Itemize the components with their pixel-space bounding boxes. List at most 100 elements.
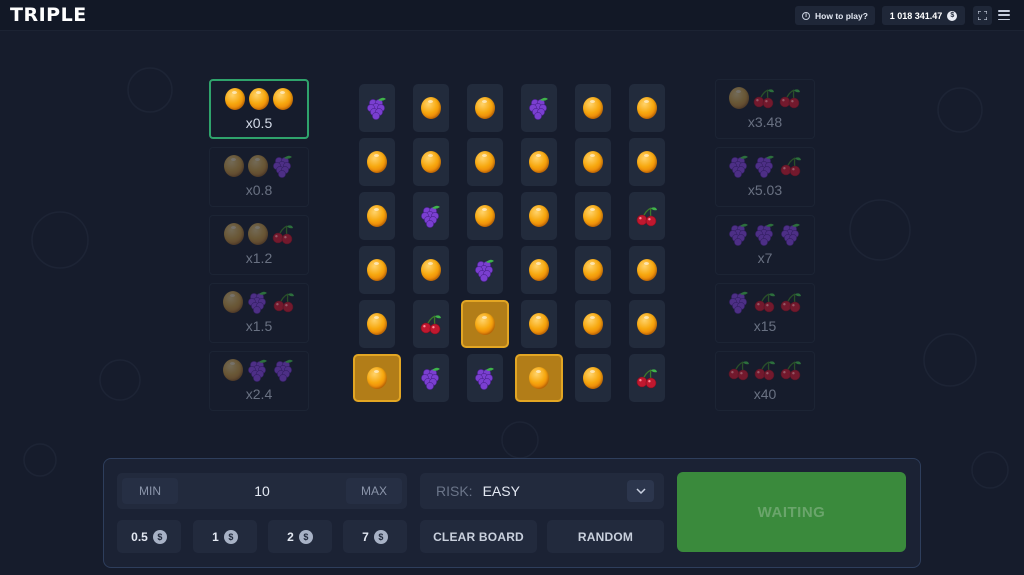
orange-icon: [583, 151, 603, 173]
orange-icon: [367, 367, 387, 389]
grape-icon: [273, 155, 292, 178]
cherry-icon: [753, 88, 774, 108]
chip-button-2[interactable]: 2 $: [268, 520, 332, 553]
board-cell[interactable]: [413, 138, 449, 186]
board-cell[interactable]: [629, 138, 665, 186]
coin-icon: $: [298, 529, 313, 544]
chip-button-1[interactable]: 1 $: [193, 520, 257, 553]
board-cell-match[interactable]: [461, 300, 509, 348]
fullscreen-button[interactable]: [973, 6, 992, 25]
min-bet-button[interactable]: MIN: [122, 478, 178, 504]
cherry-icon: [272, 224, 293, 244]
board-cell-match[interactable]: [515, 354, 563, 402]
payout-multiplier: x40: [753, 386, 777, 402]
board-cell[interactable]: [467, 246, 503, 294]
orange-icon: [583, 259, 603, 281]
chip-value: 2: [287, 529, 294, 544]
orange-icon: [248, 222, 268, 245]
fullscreen-icon: [978, 11, 987, 20]
risk-label: RISK:: [436, 483, 473, 499]
payout-multiplier: x1.2: [245, 250, 273, 266]
cherry-icon: [420, 315, 441, 335]
payout-table-right: x3.48 x5.03 x7 x15 x40: [715, 79, 815, 419]
orange-icon: [475, 97, 495, 119]
payout-card: x0.8: [209, 147, 309, 207]
board-cell[interactable]: [467, 354, 503, 402]
board-cell[interactable]: [575, 246, 611, 294]
payout-combination: [728, 153, 802, 178]
board-cell[interactable]: [575, 192, 611, 240]
cherry-icon: [636, 369, 657, 389]
how-to-play-button[interactable]: i How to play?: [795, 6, 875, 25]
board-cell-match[interactable]: [353, 354, 401, 402]
payout-card: x0.5: [209, 79, 309, 139]
bet-amount-input[interactable]: 10: [217, 473, 307, 509]
payout-combination: [728, 289, 802, 314]
board-cell[interactable]: [413, 84, 449, 132]
coin-icon: $: [152, 529, 167, 544]
board-cell[interactable]: [467, 138, 503, 186]
board-cell[interactable]: [359, 84, 395, 132]
board-cell[interactable]: [521, 246, 557, 294]
risk-selector[interactable]: RISK: EASY: [420, 473, 664, 509]
grape-icon: [755, 223, 774, 246]
board-cell[interactable]: [521, 300, 557, 348]
payout-combination: [223, 289, 295, 314]
board-cell[interactable]: [413, 246, 449, 294]
board-cell[interactable]: [467, 84, 503, 132]
play-button[interactable]: WAITING: [677, 472, 906, 552]
board-cell[interactable]: [521, 192, 557, 240]
orange-icon: [367, 313, 387, 335]
payout-multiplier: x3.48: [747, 114, 783, 130]
board-cell[interactable]: [575, 84, 611, 132]
chip-button-0-5[interactable]: 0.5 $: [117, 520, 181, 553]
clear-board-button[interactable]: CLEAR BOARD: [420, 520, 537, 553]
max-bet-button[interactable]: MAX: [346, 478, 402, 504]
grape-icon: [248, 291, 267, 314]
risk-value: EASY: [482, 483, 520, 499]
board-cell[interactable]: [575, 300, 611, 348]
orange-icon: [224, 154, 244, 177]
logo: TRIPLE: [10, 4, 87, 26]
orange-icon: [367, 259, 387, 281]
board-cell[interactable]: [413, 300, 449, 348]
risk-dropdown-button[interactable]: [627, 480, 654, 502]
chip-button-7[interactable]: 7 $: [343, 520, 407, 553]
info-icon: i: [802, 11, 811, 20]
game-board: [353, 84, 667, 404]
board-cell[interactable]: [629, 246, 665, 294]
random-button[interactable]: RANDOM: [547, 520, 664, 553]
orange-icon: [529, 151, 549, 173]
cherry-icon: [780, 292, 801, 312]
orange-icon: [367, 205, 387, 227]
orange-icon: [248, 154, 268, 177]
board-cell[interactable]: [521, 84, 557, 132]
board-cell[interactable]: [359, 300, 395, 348]
board-cell[interactable]: [575, 354, 611, 402]
payout-multiplier: x2.4: [245, 386, 273, 402]
payout-card: x2.4: [209, 351, 309, 411]
board-cell[interactable]: [467, 192, 503, 240]
orange-icon: [637, 151, 657, 173]
board-cell[interactable]: [359, 246, 395, 294]
cherry-icon: [754, 360, 775, 380]
cherry-icon: [780, 360, 801, 380]
menu-button[interactable]: [998, 9, 1010, 21]
board-cell[interactable]: [359, 192, 395, 240]
board-cell[interactable]: [413, 354, 449, 402]
orange-icon: [225, 87, 245, 110]
orange-icon: [583, 313, 603, 335]
board-cell[interactable]: [629, 84, 665, 132]
orange-icon: [249, 87, 269, 110]
board-cell[interactable]: [413, 192, 449, 240]
board-cell[interactable]: [359, 138, 395, 186]
board-cell[interactable]: [629, 354, 665, 402]
balance-value: 1 018 341.47: [889, 10, 943, 21]
board-cell[interactable]: [629, 300, 665, 348]
coin-icon: $: [373, 529, 388, 544]
board-cell[interactable]: [575, 138, 611, 186]
board-cell[interactable]: [629, 192, 665, 240]
board-cell[interactable]: [521, 138, 557, 186]
orange-icon: [421, 97, 441, 119]
payout-multiplier: x1.5: [245, 318, 273, 334]
